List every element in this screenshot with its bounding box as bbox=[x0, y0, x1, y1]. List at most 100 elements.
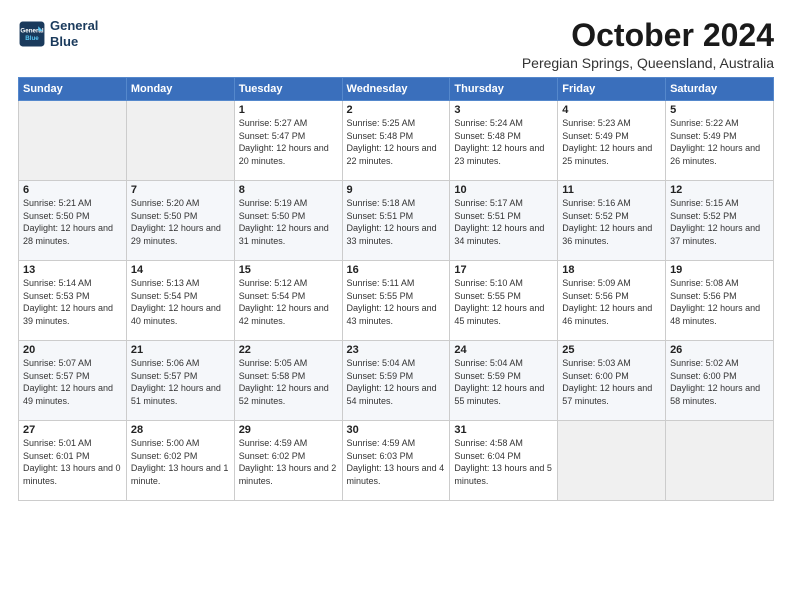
day-info: Sunrise: 5:21 AMSunset: 5:50 PMDaylight:… bbox=[23, 197, 122, 247]
calendar-cell: 27Sunrise: 5:01 AMSunset: 6:01 PMDayligh… bbox=[19, 421, 127, 501]
day-info: Sunrise: 5:15 AMSunset: 5:52 PMDaylight:… bbox=[670, 197, 769, 247]
day-info: Sunrise: 5:09 AMSunset: 5:56 PMDaylight:… bbox=[562, 277, 661, 327]
day-info: Sunrise: 5:25 AMSunset: 5:48 PMDaylight:… bbox=[347, 117, 446, 167]
day-info: Sunrise: 5:07 AMSunset: 5:57 PMDaylight:… bbox=[23, 357, 122, 407]
day-number: 20 bbox=[23, 344, 122, 356]
calendar-cell: 7Sunrise: 5:20 AMSunset: 5:50 PMDaylight… bbox=[126, 181, 234, 261]
calendar-cell: 29Sunrise: 4:59 AMSunset: 6:02 PMDayligh… bbox=[234, 421, 342, 501]
calendar-header-row: Sunday Monday Tuesday Wednesday Thursday… bbox=[19, 78, 774, 101]
col-wednesday: Wednesday bbox=[342, 78, 450, 101]
day-info: Sunrise: 5:14 AMSunset: 5:53 PMDaylight:… bbox=[23, 277, 122, 327]
calendar-cell: 14Sunrise: 5:13 AMSunset: 5:54 PMDayligh… bbox=[126, 261, 234, 341]
calendar-cell: 15Sunrise: 5:12 AMSunset: 5:54 PMDayligh… bbox=[234, 261, 342, 341]
day-number: 8 bbox=[239, 184, 338, 196]
day-number: 27 bbox=[23, 424, 122, 436]
calendar-cell: 6Sunrise: 5:21 AMSunset: 5:50 PMDaylight… bbox=[19, 181, 127, 261]
logo-line1: General bbox=[50, 18, 98, 34]
day-number: 4 bbox=[562, 104, 661, 116]
day-number: 24 bbox=[454, 344, 553, 356]
day-info: Sunrise: 5:20 AMSunset: 5:50 PMDaylight:… bbox=[131, 197, 230, 247]
day-number: 17 bbox=[454, 264, 553, 276]
day-number: 25 bbox=[562, 344, 661, 356]
calendar-cell: 13Sunrise: 5:14 AMSunset: 5:53 PMDayligh… bbox=[19, 261, 127, 341]
header: General Blue General Blue October 2024 P… bbox=[18, 18, 774, 71]
calendar-cell: 25Sunrise: 5:03 AMSunset: 6:00 PMDayligh… bbox=[558, 341, 666, 421]
day-number: 15 bbox=[239, 264, 338, 276]
calendar-cell: 10Sunrise: 5:17 AMSunset: 5:51 PMDayligh… bbox=[450, 181, 558, 261]
day-number: 22 bbox=[239, 344, 338, 356]
calendar-cell bbox=[19, 101, 127, 181]
day-info: Sunrise: 5:01 AMSunset: 6:01 PMDaylight:… bbox=[23, 437, 122, 487]
day-info: Sunrise: 5:08 AMSunset: 5:56 PMDaylight:… bbox=[670, 277, 769, 327]
day-number: 2 bbox=[347, 104, 446, 116]
calendar-table: Sunday Monday Tuesday Wednesday Thursday… bbox=[18, 77, 774, 501]
col-thursday: Thursday bbox=[450, 78, 558, 101]
logo-line2: Blue bbox=[50, 34, 98, 50]
calendar-cell: 28Sunrise: 5:00 AMSunset: 6:02 PMDayligh… bbox=[126, 421, 234, 501]
day-number: 18 bbox=[562, 264, 661, 276]
day-info: Sunrise: 4:59 AMSunset: 6:02 PMDaylight:… bbox=[239, 437, 338, 487]
calendar-cell: 23Sunrise: 5:04 AMSunset: 5:59 PMDayligh… bbox=[342, 341, 450, 421]
calendar-cell: 8Sunrise: 5:19 AMSunset: 5:50 PMDaylight… bbox=[234, 181, 342, 261]
col-monday: Monday bbox=[126, 78, 234, 101]
day-info: Sunrise: 5:18 AMSunset: 5:51 PMDaylight:… bbox=[347, 197, 446, 247]
calendar-cell: 31Sunrise: 4:58 AMSunset: 6:04 PMDayligh… bbox=[450, 421, 558, 501]
day-info: Sunrise: 5:02 AMSunset: 6:00 PMDaylight:… bbox=[670, 357, 769, 407]
day-number: 26 bbox=[670, 344, 769, 356]
day-number: 19 bbox=[670, 264, 769, 276]
day-number: 1 bbox=[239, 104, 338, 116]
day-info: Sunrise: 5:10 AMSunset: 5:55 PMDaylight:… bbox=[454, 277, 553, 327]
calendar-week-row-5: 27Sunrise: 5:01 AMSunset: 6:01 PMDayligh… bbox=[19, 421, 774, 501]
day-info: Sunrise: 5:03 AMSunset: 6:00 PMDaylight:… bbox=[562, 357, 661, 407]
day-info: Sunrise: 5:04 AMSunset: 5:59 PMDaylight:… bbox=[454, 357, 553, 407]
calendar-cell: 18Sunrise: 5:09 AMSunset: 5:56 PMDayligh… bbox=[558, 261, 666, 341]
calendar-cell: 3Sunrise: 5:24 AMSunset: 5:48 PMDaylight… bbox=[450, 101, 558, 181]
calendar-cell: 2Sunrise: 5:25 AMSunset: 5:48 PMDaylight… bbox=[342, 101, 450, 181]
calendar-cell: 5Sunrise: 5:22 AMSunset: 5:49 PMDaylight… bbox=[666, 101, 774, 181]
day-number: 12 bbox=[670, 184, 769, 196]
col-sunday: Sunday bbox=[19, 78, 127, 101]
day-number: 14 bbox=[131, 264, 230, 276]
day-info: Sunrise: 5:19 AMSunset: 5:50 PMDaylight:… bbox=[239, 197, 338, 247]
calendar-cell: 12Sunrise: 5:15 AMSunset: 5:52 PMDayligh… bbox=[666, 181, 774, 261]
calendar-cell bbox=[558, 421, 666, 501]
day-number: 7 bbox=[131, 184, 230, 196]
logo-text: General Blue bbox=[50, 18, 98, 49]
day-number: 31 bbox=[454, 424, 553, 436]
col-tuesday: Tuesday bbox=[234, 78, 342, 101]
calendar-cell: 11Sunrise: 5:16 AMSunset: 5:52 PMDayligh… bbox=[558, 181, 666, 261]
day-info: Sunrise: 5:17 AMSunset: 5:51 PMDaylight:… bbox=[454, 197, 553, 247]
calendar-week-row-2: 6Sunrise: 5:21 AMSunset: 5:50 PMDaylight… bbox=[19, 181, 774, 261]
month-title: October 2024 bbox=[522, 18, 774, 53]
calendar-cell: 26Sunrise: 5:02 AMSunset: 6:00 PMDayligh… bbox=[666, 341, 774, 421]
day-info: Sunrise: 5:11 AMSunset: 5:55 PMDaylight:… bbox=[347, 277, 446, 327]
day-info: Sunrise: 5:24 AMSunset: 5:48 PMDaylight:… bbox=[454, 117, 553, 167]
day-info: Sunrise: 5:23 AMSunset: 5:49 PMDaylight:… bbox=[562, 117, 661, 167]
calendar-week-row-4: 20Sunrise: 5:07 AMSunset: 5:57 PMDayligh… bbox=[19, 341, 774, 421]
calendar-cell: 24Sunrise: 5:04 AMSunset: 5:59 PMDayligh… bbox=[450, 341, 558, 421]
day-info: Sunrise: 5:04 AMSunset: 5:59 PMDaylight:… bbox=[347, 357, 446, 407]
day-info: Sunrise: 5:27 AMSunset: 5:47 PMDaylight:… bbox=[239, 117, 338, 167]
day-number: 30 bbox=[347, 424, 446, 436]
day-info: Sunrise: 5:00 AMSunset: 6:02 PMDaylight:… bbox=[131, 437, 230, 487]
day-info: Sunrise: 4:58 AMSunset: 6:04 PMDaylight:… bbox=[454, 437, 553, 487]
day-number: 16 bbox=[347, 264, 446, 276]
day-number: 29 bbox=[239, 424, 338, 436]
day-number: 23 bbox=[347, 344, 446, 356]
day-number: 11 bbox=[562, 184, 661, 196]
day-info: Sunrise: 5:13 AMSunset: 5:54 PMDaylight:… bbox=[131, 277, 230, 327]
col-friday: Friday bbox=[558, 78, 666, 101]
day-info: Sunrise: 5:22 AMSunset: 5:49 PMDaylight:… bbox=[670, 117, 769, 167]
calendar-cell: 19Sunrise: 5:08 AMSunset: 5:56 PMDayligh… bbox=[666, 261, 774, 341]
day-number: 13 bbox=[23, 264, 122, 276]
svg-text:Blue: Blue bbox=[25, 35, 39, 42]
calendar-cell: 16Sunrise: 5:11 AMSunset: 5:55 PMDayligh… bbox=[342, 261, 450, 341]
calendar-cell: 21Sunrise: 5:06 AMSunset: 5:57 PMDayligh… bbox=[126, 341, 234, 421]
day-number: 6 bbox=[23, 184, 122, 196]
logo: General Blue General Blue bbox=[18, 18, 98, 49]
calendar-cell bbox=[126, 101, 234, 181]
calendar-cell: 20Sunrise: 5:07 AMSunset: 5:57 PMDayligh… bbox=[19, 341, 127, 421]
day-number: 10 bbox=[454, 184, 553, 196]
day-info: Sunrise: 4:59 AMSunset: 6:03 PMDaylight:… bbox=[347, 437, 446, 487]
day-info: Sunrise: 5:05 AMSunset: 5:58 PMDaylight:… bbox=[239, 357, 338, 407]
